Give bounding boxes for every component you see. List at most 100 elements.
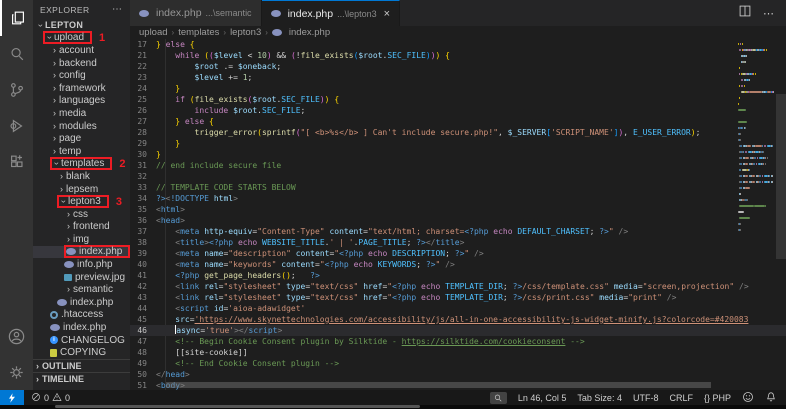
tree-item-COPYING[interactable]: COPYING bbox=[33, 346, 130, 359]
code-line-26[interactable]: 26 include $root.SEC_FILE; bbox=[130, 105, 786, 116]
code-line-42[interactable]: 42 <link rel="stylesheet" type="text/css… bbox=[130, 281, 786, 292]
code-line-44[interactable]: 44 <script id='aioa-adawidget' bbox=[130, 303, 786, 314]
tree-item-preview.jpg[interactable]: preview.jpg bbox=[33, 271, 130, 284]
tree-item-lepsem[interactable]: › lepsem bbox=[33, 183, 130, 196]
section-timeline[interactable]: › TIMELINE bbox=[33, 372, 130, 385]
remote-indicator[interactable] bbox=[0, 390, 24, 405]
horizontal-scrollbar[interactable] bbox=[166, 382, 711, 388]
code-editor[interactable]: 17} else {21 while (($level < 10) && (!f… bbox=[130, 39, 786, 390]
minimap[interactable] bbox=[738, 41, 775, 233]
code-line-43[interactable]: 43 <link rel="stylesheet" type="text/css… bbox=[130, 292, 786, 303]
code-line-47[interactable]: 47 <!-- Begin Cookie Consent plugin by S… bbox=[130, 336, 786, 347]
tree-item-lepton3[interactable]: › lepton3 3 bbox=[33, 195, 130, 209]
code-line-37[interactable]: 37 <meta http-equiv="Content-Type" conte… bbox=[130, 226, 786, 237]
code-line-32[interactable]: 32 bbox=[130, 171, 786, 182]
code-line-45[interactable]: 45 src='https://www.skynettechnologies.c… bbox=[130, 314, 786, 325]
tree-item-framework[interactable]: › framework bbox=[33, 82, 130, 95]
tree-item-frontend[interactable]: › frontend bbox=[33, 221, 130, 234]
code-line-25[interactable]: 25 if (file_exists($root.SEC_FILE)) { bbox=[130, 94, 786, 105]
search-icon[interactable] bbox=[0, 36, 33, 72]
tree-item-index.php[interactable]: index.php bbox=[33, 296, 130, 309]
tree-item-templates[interactable]: › templates 2 bbox=[33, 157, 130, 171]
code-line-22[interactable]: 22 $root .= $oneback; bbox=[130, 61, 786, 72]
breadcrumb[interactable]: upload › templates › lepton3 › index.php bbox=[130, 26, 786, 39]
code-line-40[interactable]: 40 <meta name="keywords" content="<?php … bbox=[130, 259, 786, 270]
tree-item-media[interactable]: › media bbox=[33, 107, 130, 120]
tree-item-config[interactable]: › config bbox=[33, 69, 130, 82]
code-line-17[interactable]: 17} else { bbox=[130, 39, 786, 50]
source-control-icon[interactable] bbox=[0, 72, 33, 108]
code-line-23[interactable]: 23 $level += 1; bbox=[130, 72, 786, 83]
feedback-smiley-icon[interactable] bbox=[742, 391, 754, 405]
split-editor-icon[interactable] bbox=[738, 4, 752, 23]
code-line-39[interactable]: 39 <meta name="description" content="<?p… bbox=[130, 248, 786, 259]
code-line-29[interactable]: 29 } bbox=[130, 138, 786, 149]
breadcrumb-item-upload[interactable]: upload bbox=[139, 27, 168, 38]
tree-item-blank[interactable]: › blank bbox=[33, 170, 130, 183]
page-hscrollbar[interactable] bbox=[55, 405, 420, 408]
tree-item-modules[interactable]: › modules bbox=[33, 120, 130, 133]
close-icon[interactable]: × bbox=[384, 8, 390, 20]
tab-index.php-1[interactable]: index.php ...\lepton3 × bbox=[261, 0, 401, 26]
token: { bbox=[209, 117, 214, 126]
tab-size[interactable]: Tab Size: 4 bbox=[577, 393, 622, 403]
tab-index.php-0[interactable]: index.php ...\semantic bbox=[130, 0, 262, 26]
tree-item-info.php[interactable]: info.php bbox=[33, 258, 130, 271]
tree-item-index.php[interactable]: index.php bbox=[33, 321, 130, 334]
section-outline[interactable]: › OUTLINE bbox=[33, 359, 130, 372]
problems-status[interactable]: 00 bbox=[24, 392, 77, 404]
language-mode[interactable]: {} PHP bbox=[704, 393, 731, 403]
tree-item-languages[interactable]: › languages bbox=[33, 95, 130, 108]
code-line-28[interactable]: 28 trigger_error(sprintf("[ <b>%s</b> ] … bbox=[130, 127, 786, 138]
account-icon[interactable] bbox=[0, 318, 33, 354]
code-line-27[interactable]: 27 } else { bbox=[130, 116, 786, 127]
zoom-indicator[interactable] bbox=[489, 391, 507, 404]
run-debug-icon[interactable] bbox=[0, 108, 33, 144]
explorer-icon[interactable] bbox=[0, 0, 33, 36]
code-line-34[interactable]: 34 ?><!DOCTYPE html> bbox=[130, 193, 786, 204]
tree-item-backend[interactable]: › backend bbox=[33, 57, 130, 70]
token: ; bbox=[290, 271, 311, 280]
code-line-48[interactable]: 48 [[site-cookie]] bbox=[130, 347, 786, 358]
settings-gear-icon[interactable] bbox=[0, 354, 33, 390]
tree-item-page[interactable]: › page bbox=[33, 132, 130, 145]
code-line-36[interactable]: 36 <head> bbox=[130, 215, 786, 226]
code-line-31[interactable]: 31 // end include secure file bbox=[130, 160, 786, 171]
code-line-41[interactable]: 41 <?php get_page_headers(); ?> bbox=[130, 270, 786, 281]
tree-item-semantic[interactable]: › semantic bbox=[33, 283, 130, 296]
vertical-scrollbar[interactable] bbox=[776, 94, 786, 259]
breadcrumb-item-index.php[interactable]: index.php bbox=[289, 27, 330, 38]
code-text: } else { bbox=[156, 116, 214, 127]
tree-item-upload[interactable]: › upload 1 bbox=[33, 31, 130, 45]
tree-item-index.php[interactable]: index.php4 bbox=[33, 245, 130, 259]
code-line-46[interactable]: 46 async='true'></script> bbox=[130, 325, 786, 336]
token: </ bbox=[156, 370, 166, 379]
tree-item-temp[interactable]: › temp bbox=[33, 145, 130, 158]
code-line-21[interactable]: 21 while (($level < 10) && (!file_exists… bbox=[130, 50, 786, 61]
tree-item-account[interactable]: › account bbox=[33, 44, 130, 57]
encoding[interactable]: UTF-8 bbox=[633, 393, 659, 403]
tree-item-CHANGELOG[interactable]: i CHANGELOG bbox=[33, 334, 130, 347]
code-line-35[interactable]: 35 <html> bbox=[130, 204, 786, 215]
chevron-right-icon: › bbox=[67, 208, 70, 219]
code-line-49[interactable]: 49 <!-- End Cookie Consent plugin --> bbox=[130, 358, 786, 369]
tree-item-inner: › semantic bbox=[64, 284, 113, 295]
more-actions-icon[interactable]: ⋯ bbox=[112, 4, 123, 15]
breadcrumb-item-lepton3[interactable]: lepton3 bbox=[230, 27, 261, 38]
code-line-33[interactable]: 33 // TEMPLATE CODE STARTS BELOW bbox=[130, 182, 786, 193]
breadcrumb-item-templates[interactable]: templates bbox=[178, 27, 219, 38]
tree-item-LEPTON[interactable]: › LEPTON bbox=[33, 19, 130, 32]
tree-item-img[interactable]: › img bbox=[33, 233, 130, 246]
code-line-30[interactable]: 30} bbox=[130, 149, 786, 160]
notifications-bell-icon[interactable] bbox=[765, 391, 777, 405]
extensions-icon[interactable] bbox=[0, 144, 33, 180]
code-line-24[interactable]: 24 } bbox=[130, 83, 786, 94]
code-line-38[interactable]: 38 <title><?php echo WEBSITE_TITLE.' | '… bbox=[130, 237, 786, 248]
code-line-50[interactable]: 50 </head> bbox=[130, 369, 786, 380]
tree-item-css[interactable]: › css bbox=[33, 208, 130, 221]
eol-sequence[interactable]: CRLF bbox=[669, 393, 693, 403]
more-actions-icon[interactable]: ⋯ bbox=[763, 7, 774, 20]
tree-item-.htaccess[interactable]: .htaccess bbox=[33, 309, 130, 322]
minimap-bar bbox=[772, 91, 774, 93]
cursor-position[interactable]: Ln 46, Col 5 bbox=[518, 393, 567, 403]
